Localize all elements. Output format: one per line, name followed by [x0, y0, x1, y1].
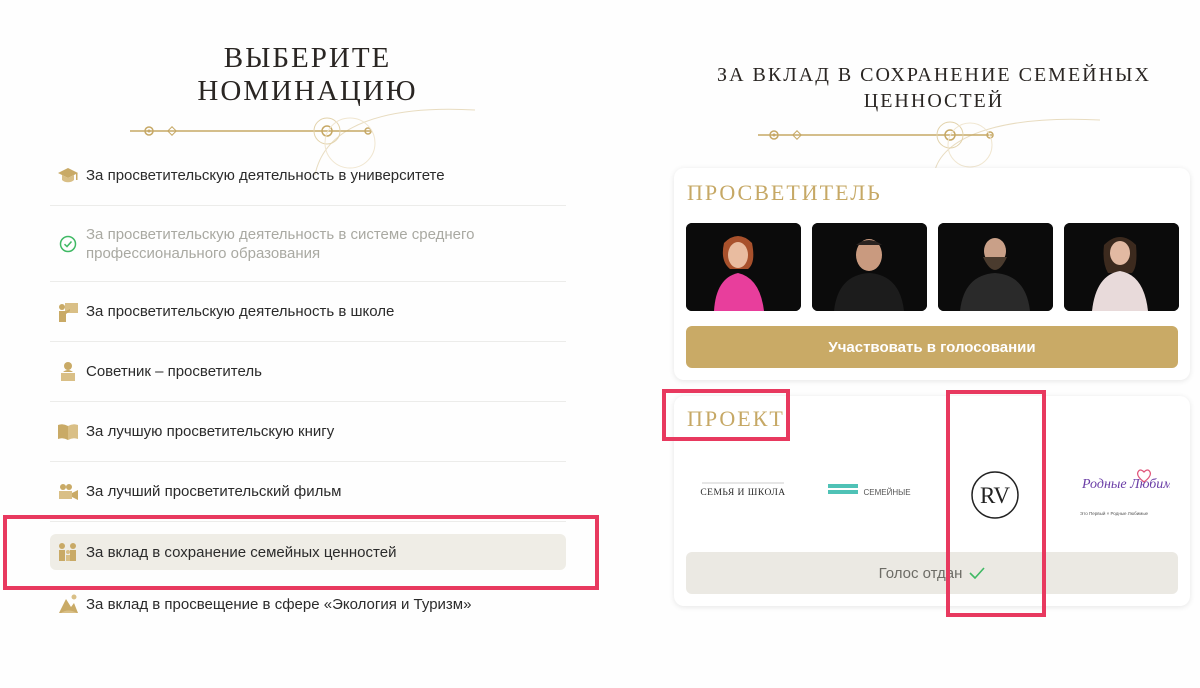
svg-text:Это Первый × Родные Любимые: Это Первый × Родные Любимые [1080, 510, 1149, 516]
teacher-board-icon [56, 300, 80, 324]
nomination-book[interactable]: За лучшую просветительскую книгу [50, 402, 566, 462]
candidate-photo[interactable] [1064, 223, 1179, 311]
nomination-label: Советник – просветитель [86, 363, 262, 380]
highlight-box-project-heading [662, 389, 790, 441]
nomination-spo[interactable]: За просветительскую деятельность в систе… [50, 206, 566, 282]
nomination-label: За вклад в просвещение в сфере «Экология… [86, 595, 472, 613]
candidate-photo[interactable] [686, 223, 801, 311]
enlightener-heading: ПРОСВЕТИТЕЛЬ [687, 180, 882, 205]
nomination-school[interactable]: За просветительскую деятельность в школе [50, 282, 566, 342]
highlight-box-active-nomination [3, 515, 599, 590]
project-logo-semya-i-shkola[interactable]: СЕМЬЯ И ШКОЛА [690, 470, 796, 510]
film-camera-icon [56, 480, 80, 504]
nomination-film[interactable]: За лучший просветительский фильм [50, 462, 566, 522]
nomination-advisor[interactable]: Советник – просветитель [50, 342, 566, 402]
svg-text:СЕМЬЯ И ШКОЛА: СЕМЬЯ И ШКОЛА [700, 488, 785, 498]
nomination-label: За лучший просветительский фильм [86, 483, 342, 500]
nomination-university[interactable]: За просветительскую деятельность в униве… [50, 146, 566, 206]
nomination-label: За лучшую просветительскую книгу [86, 423, 335, 440]
check-circle-icon [56, 232, 80, 256]
candidate-photo[interactable] [812, 223, 927, 311]
candidate-photo[interactable] [938, 223, 1053, 311]
svg-text:Родные Любимые: Родные Любимые [1081, 477, 1170, 492]
ecology-tourism-icon [56, 592, 80, 616]
open-book-icon [56, 420, 80, 444]
ornament-divider [758, 118, 1101, 170]
vote-button[interactable]: Участвовать в голосовании [686, 326, 1178, 368]
project-logo-semeynye[interactable]: СЕМЕЙНЫЕ [820, 470, 920, 510]
graduation-cap-icon [56, 164, 80, 188]
highlight-box-voted-project [946, 390, 1046, 617]
nomination-label: За просветительскую деятельность в школе [86, 303, 395, 320]
project-logo-rodnye-lyubimye[interactable]: Родные Любимые Это Первый × Родные Любим… [1072, 466, 1170, 522]
nomination-label: За просветительскую деятельность в систе… [86, 225, 475, 262]
advisor-icon [56, 360, 80, 384]
voted-status-button[interactable]: Голос отдан [686, 552, 1178, 594]
svg-text:СЕМЕЙНЫЕ: СЕМЕЙНЫЕ [863, 488, 910, 497]
nomination-label: За просветительскую деятельность в униве… [86, 167, 445, 184]
